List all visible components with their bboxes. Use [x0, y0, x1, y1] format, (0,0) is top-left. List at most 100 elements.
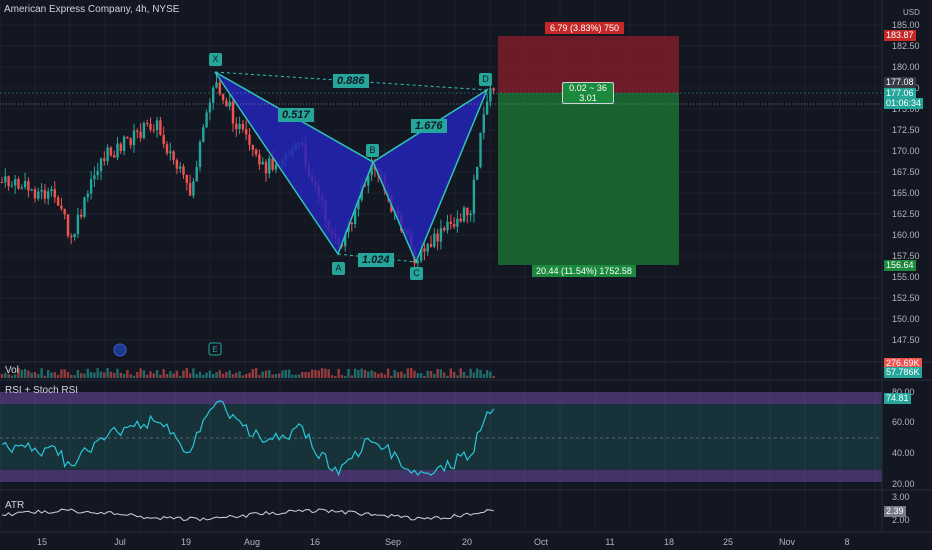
volume-bar: [410, 368, 413, 378]
volume-label[interactable]: Vol: [5, 365, 19, 376]
pattern-point-b[interactable]: B: [366, 144, 379, 157]
candle-body: [202, 127, 205, 142]
candle-body: [70, 235, 73, 238]
candle-body: [443, 228, 446, 231]
volume-bar: [99, 371, 103, 378]
rsi-oversold-band: [0, 470, 882, 482]
price-axis[interactable]: 185.00182.50180.00177.50175.00172.50170.…: [892, 20, 920, 345]
price-tick-label: 147.50: [892, 335, 920, 345]
candle-body: [103, 158, 106, 162]
volume-bar: [383, 374, 386, 378]
volume-bar: [248, 372, 251, 378]
candle-body: [225, 100, 228, 107]
volume-bar: [119, 372, 122, 378]
candle-body: [350, 222, 353, 225]
pattern-point-a[interactable]: A: [332, 262, 345, 275]
volume-bar: [281, 370, 284, 378]
price-tick-label: 162.50: [892, 209, 920, 219]
candle-body: [423, 248, 426, 252]
candle-body: [33, 189, 37, 199]
volume-bar: [443, 372, 446, 378]
candle-body: [254, 149, 258, 155]
volume-bar: [182, 370, 185, 378]
volume-bar: [132, 375, 136, 378]
candle-body: [446, 221, 449, 231]
candle-body: [185, 174, 188, 184]
volume-bar: [344, 375, 347, 378]
volume-bar: [314, 369, 317, 378]
candle-body: [40, 189, 43, 192]
volume-bar: [218, 370, 221, 378]
volume-bar: [469, 368, 472, 378]
ratio-ac-label[interactable]: 1.024: [358, 253, 394, 267]
candle-body: [0, 182, 4, 183]
candle-body: [462, 207, 466, 222]
volume-bar: [238, 371, 241, 378]
candle-body: [43, 189, 47, 199]
volume-bar: [162, 369, 165, 378]
atr-value-tag: 2.39: [884, 506, 906, 517]
pattern-point-d[interactable]: D: [479, 73, 492, 86]
volume-bar: [146, 374, 149, 378]
pattern-point-x[interactable]: X: [209, 53, 222, 66]
volume-bar: [278, 373, 281, 378]
rsi-tick-label: 20.00: [892, 479, 915, 489]
ratio-xb-label[interactable]: 0.517: [278, 108, 314, 122]
candle-body: [122, 136, 126, 151]
candle-body: [113, 155, 116, 158]
volume-bar: [261, 371, 264, 378]
candle-body: [241, 123, 245, 130]
candle-body: [80, 214, 83, 217]
price-tag-countdown: 01:06:34: [884, 98, 924, 109]
volume-bar: [66, 372, 70, 378]
time-tick-label: 19: [181, 537, 191, 547]
take-profit-zone[interactable]: [498, 93, 679, 265]
candle-body: [60, 205, 63, 209]
candle-body: [192, 181, 195, 196]
volume-bar: [33, 372, 37, 378]
volume-bar: [459, 368, 462, 378]
volume-bar: [396, 372, 400, 378]
position-info-box[interactable]: 0.02 ~ 36 3.01: [562, 82, 614, 104]
candle-body: [426, 243, 429, 252]
candle-body: [73, 233, 76, 238]
volume-bar: [188, 373, 192, 378]
ratio-bd-label[interactable]: 1.676: [411, 119, 447, 133]
atr-label[interactable]: ATR: [5, 500, 24, 511]
candle-body: [119, 143, 122, 151]
price-tick-label: 152.50: [892, 293, 920, 303]
candle-body: [182, 166, 185, 175]
volume-bar: [60, 369, 63, 378]
candle-body: [30, 189, 33, 191]
volume-bar: [228, 370, 231, 378]
candle-body: [76, 214, 80, 234]
ratio-xd-label[interactable]: 0.886: [333, 74, 369, 88]
volume-bar: [96, 368, 99, 378]
volume-bar: [462, 371, 466, 378]
candle-body: [436, 233, 439, 242]
candle-body: [152, 129, 155, 131]
candle-body: [136, 130, 139, 132]
pattern-point-c[interactable]: C: [410, 267, 423, 280]
volume-bar: [175, 370, 179, 378]
volume-bar: [205, 372, 208, 378]
volume-bar: [406, 368, 410, 378]
volume-bar: [89, 372, 93, 378]
rsi-label[interactable]: RSI + Stoch RSI: [5, 385, 78, 396]
candle-body: [212, 87, 215, 103]
volume-bar: [307, 372, 311, 378]
volume-bar: [80, 373, 83, 378]
symbol-title[interactable]: American Express Company, 4h, NYSE: [4, 4, 179, 15]
dividend-marker-icon[interactable]: [113, 343, 127, 357]
chart-canvas[interactable]: 15 Jul 19 Aug 16 Sep 20 Oct 11 18 25 Nov 8 185.00 182…: [0, 0, 932, 550]
rsi-value-tag: 74.81: [884, 393, 911, 404]
volume-bar: [0, 374, 4, 378]
volume-bar: [53, 372, 56, 378]
volume-bar: [311, 369, 314, 378]
stop-loss-label[interactable]: 6.79 (3.83%) 750: [545, 22, 625, 34]
earnings-marker-label: E: [212, 345, 217, 354]
volume-bar: [169, 371, 172, 378]
candle-body: [221, 94, 225, 101]
take-profit-label[interactable]: 20.44 (11.54%) 1752.58: [532, 265, 636, 277]
volume-bar: [116, 368, 119, 378]
